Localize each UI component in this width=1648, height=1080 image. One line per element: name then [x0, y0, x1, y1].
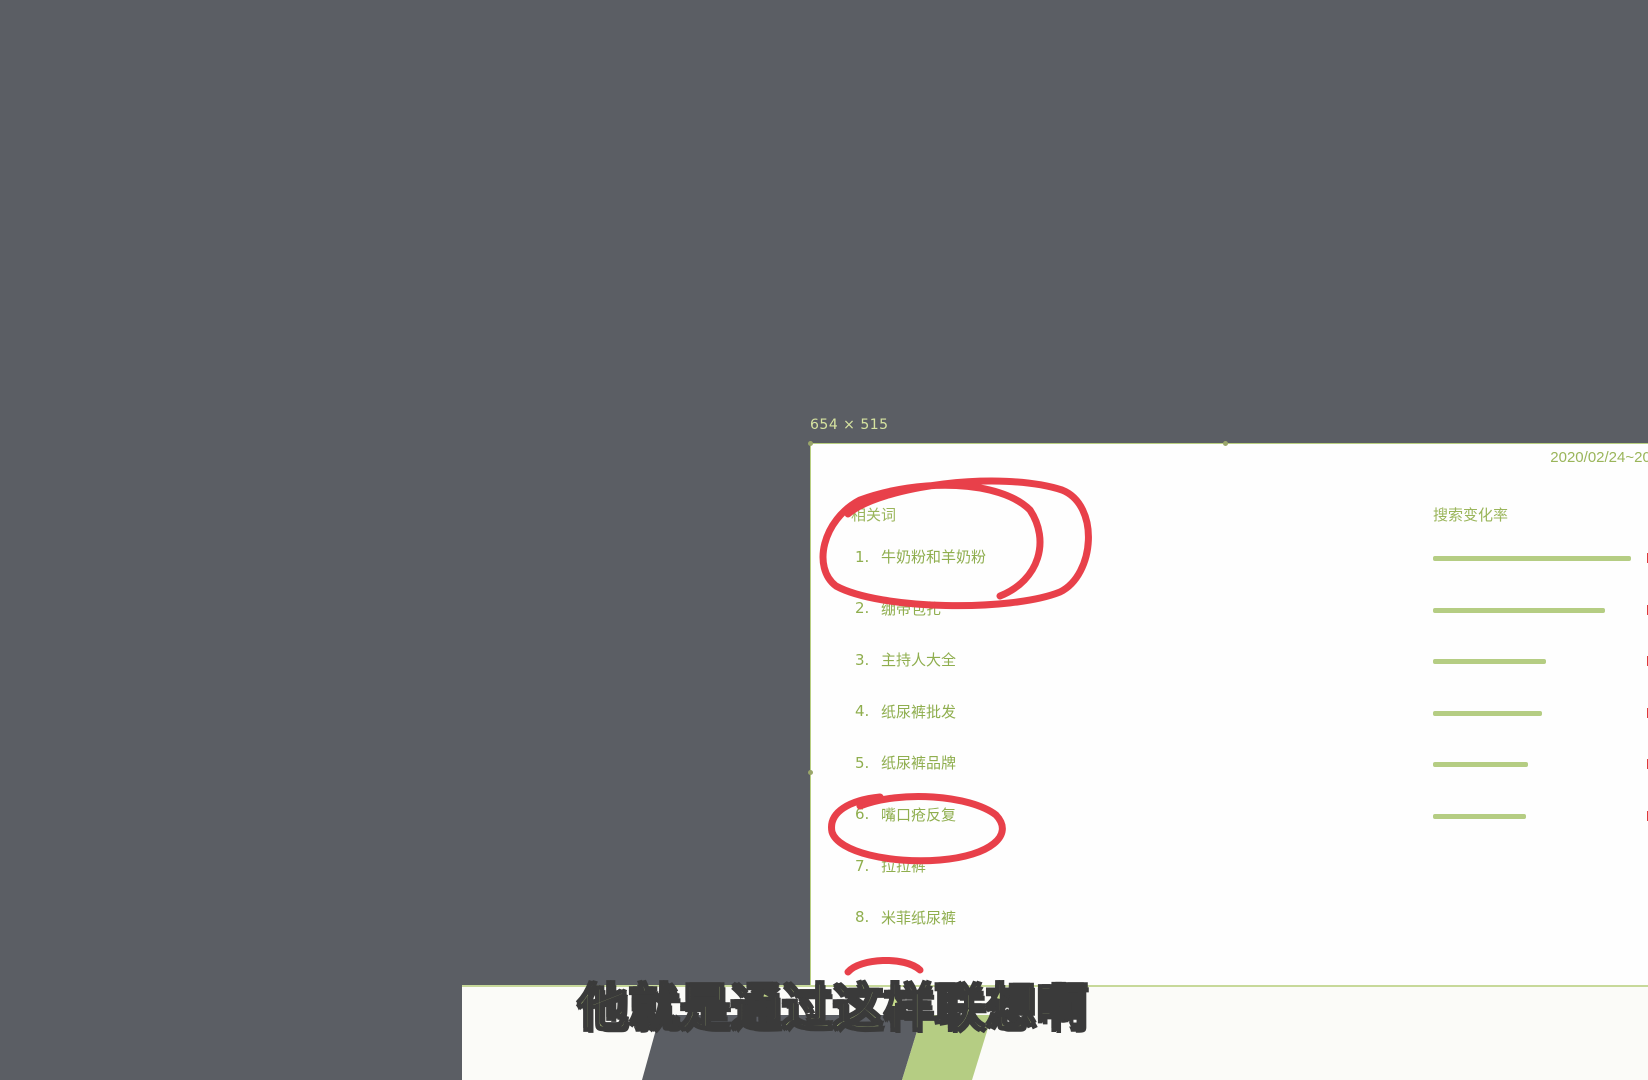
- keyword-label: 绷带包扎: [881, 599, 942, 618]
- keyword-label: 米菲纸尿裤: [881, 908, 957, 927]
- keyword-rank: 3.: [855, 650, 870, 669]
- keyword-label: 主持人大全: [881, 651, 957, 669]
- keyword-rank: 4.: [855, 702, 870, 720]
- change-rate-bar: [1433, 607, 1606, 613]
- keyword-label: 拉拉裤: [881, 857, 927, 875]
- keyword-label: 牛奶粉和羊奶粉: [881, 548, 987, 566]
- keyword-row[interactable]: 1. 牛奶粉和羊奶粉: [855, 546, 986, 567]
- change-rate-column-header: 搜索变化率: [1433, 506, 1509, 524]
- change-rate-bar: [1433, 556, 1631, 561]
- keyword-label: 嘴口疮反复: [881, 805, 957, 824]
- keyword-rank: 7.: [855, 856, 870, 875]
- date-range-label: 2020/02/24~2020/0: [1550, 449, 1648, 466]
- keyword-label: 纸尿裤品牌: [881, 754, 957, 772]
- change-rate-bar: [1433, 813, 1527, 819]
- keyword-rank: 1.: [855, 547, 870, 566]
- keyword-label: 纸尿裤批发: [881, 702, 957, 721]
- keyword-row[interactable]: 8. 米菲纸尿裤: [855, 907, 956, 928]
- keyword-row[interactable]: 3. 主持人大全: [855, 649, 956, 670]
- keyword-row[interactable]: 2. 绷带包扎: [855, 598, 941, 619]
- keyword-row[interactable]: 5. 纸尿裤品牌: [855, 752, 956, 773]
- keyword-rank: 2.: [855, 599, 870, 617]
- selection-handle-icon[interactable]: [808, 770, 813, 775]
- related-words-panel: 2020/02/24~2020/0 相关词 搜索变化率 1. 牛奶粉和羊奶粉 2. 绷…: [808, 441, 1648, 988]
- keyword-row[interactable]: 4. 纸尿裤批发: [855, 701, 956, 722]
- keyword-rank: 6.: [855, 805, 870, 823]
- change-rate-bar: [1433, 659, 1546, 664]
- change-rate-bar: [1433, 762, 1529, 767]
- selection-dimensions-label: 654 × 515: [810, 417, 889, 433]
- video-subtitle: 他就是通过这样联想啊: [577, 978, 1088, 1038]
- selection-handle-icon[interactable]: [1223, 441, 1228, 446]
- keyword-rank: 8.: [855, 908, 870, 926]
- keyword-row[interactable]: 6. 嘴口疮反复: [855, 804, 956, 825]
- screen: 654 × 515 2020/02/24~2020/0 相关词 搜索变化率 1.…: [0, 0, 1648, 1080]
- keyword-column-header: 相关词: [851, 506, 897, 524]
- selection-handle-icon[interactable]: [808, 441, 813, 446]
- keyword-rank: 5.: [855, 753, 870, 772]
- change-rate-bar: [1433, 710, 1542, 716]
- keyword-row[interactable]: 7. 拉拉裤: [855, 855, 926, 876]
